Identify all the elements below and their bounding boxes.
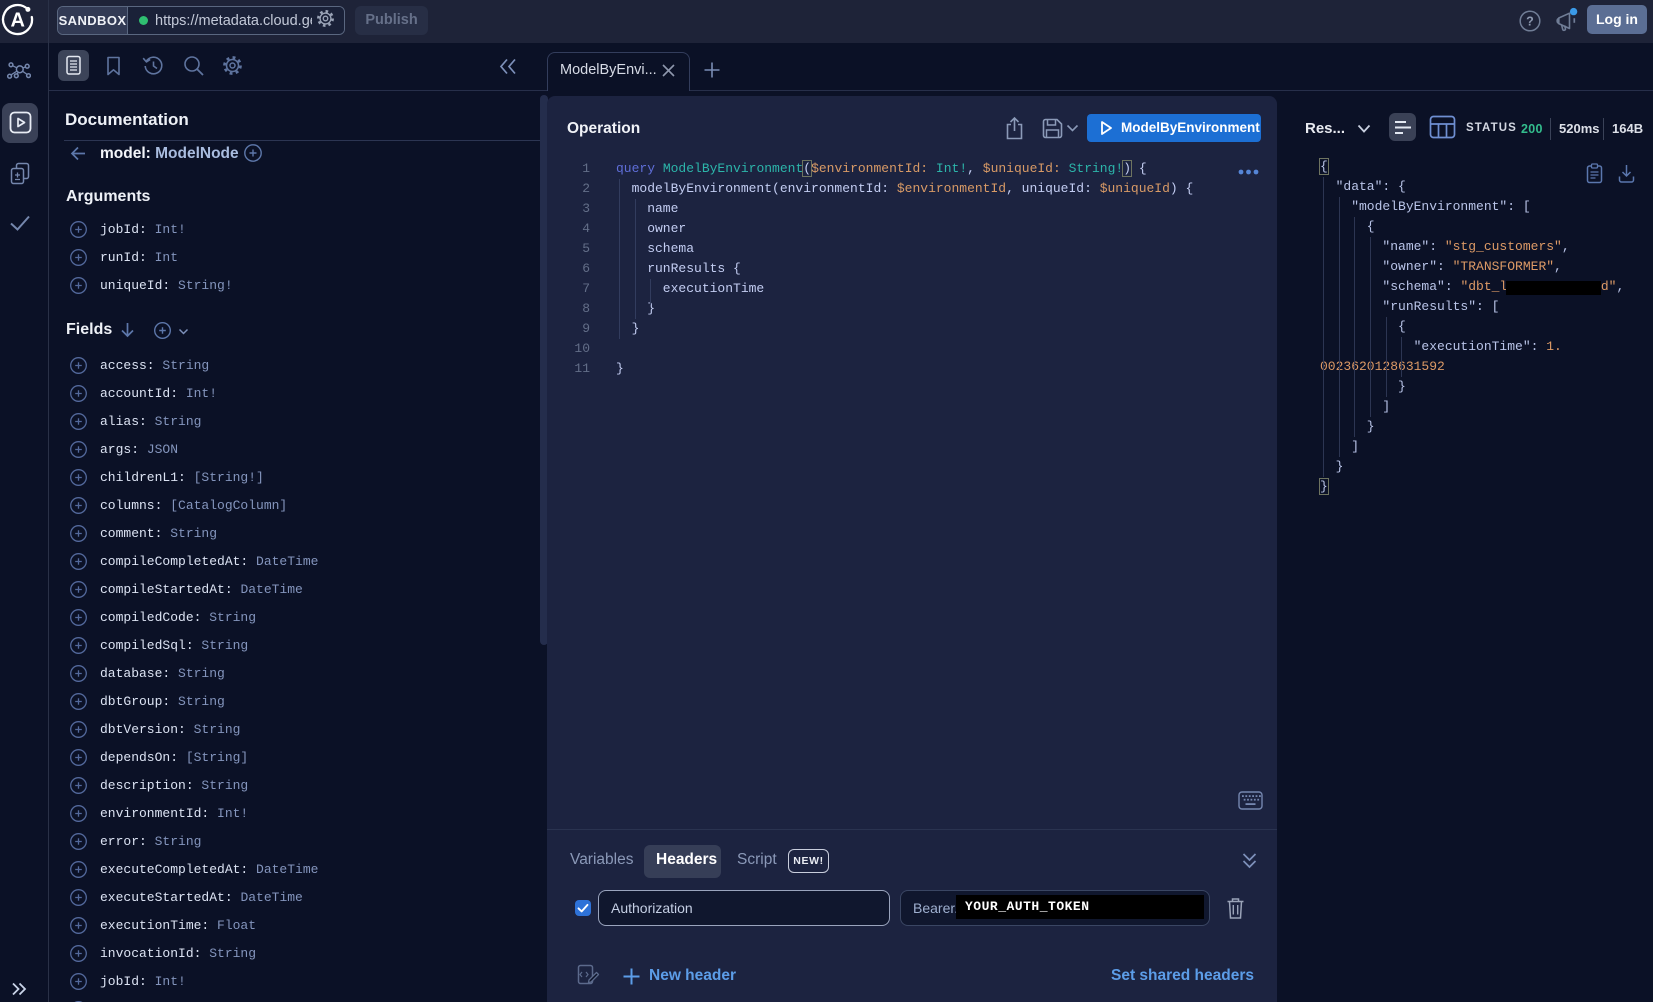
svg-text:A: A [10, 10, 24, 32]
svg-text:?: ? [1526, 15, 1534, 29]
